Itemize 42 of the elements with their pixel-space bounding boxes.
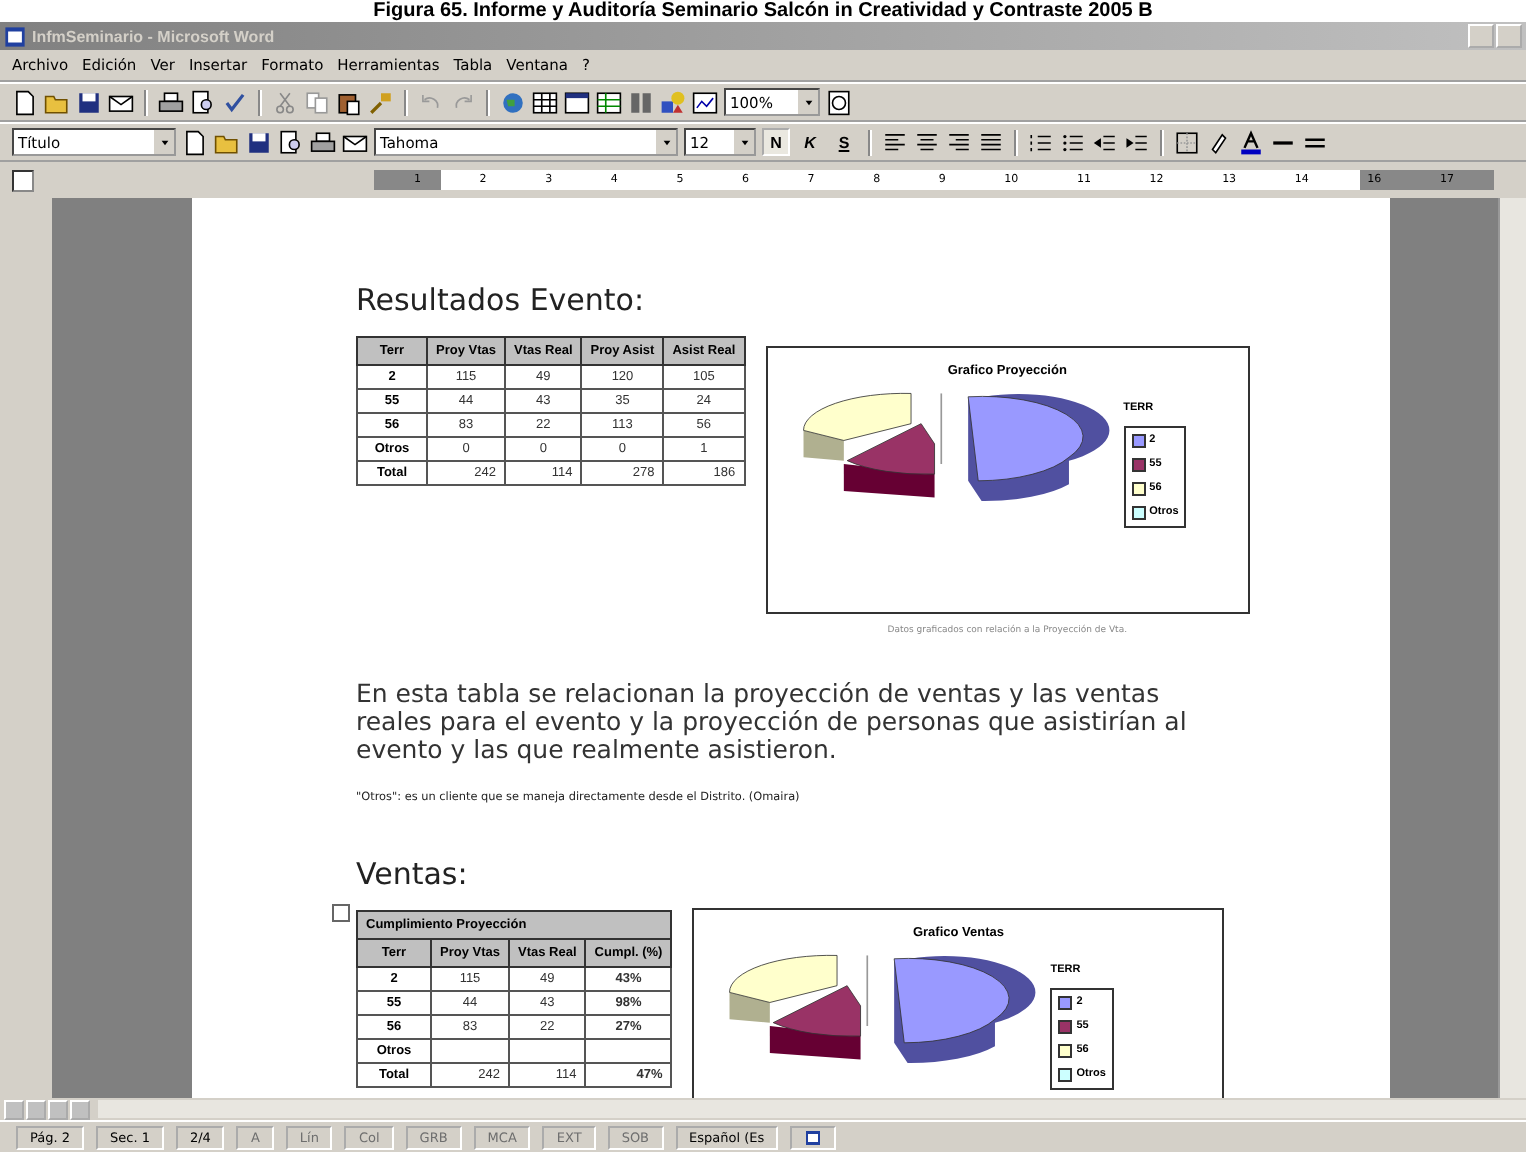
pie-divider-line	[866, 954, 869, 1027]
magnifier-icon[interactable]	[278, 129, 304, 155]
window-title: InfmSeminario - Microsoft Word	[32, 27, 277, 45]
printer-icon[interactable]	[310, 129, 336, 155]
document-icon[interactable]	[182, 129, 208, 155]
word-icon	[4, 25, 26, 47]
columns-icon[interactable]	[628, 89, 654, 115]
pie-slice	[770, 985, 862, 1060]
horizontal-scrollbar[interactable]	[98, 1100, 1526, 1118]
document-icon[interactable]	[12, 89, 38, 115]
table-move-handle[interactable]	[332, 904, 350, 922]
magnifier-icon[interactable]	[190, 89, 216, 115]
tab-selector[interactable]	[12, 169, 34, 191]
section-heading: Resultados Evento:	[356, 282, 647, 318]
pie-slice	[967, 394, 1109, 501]
window-icon[interactable]	[564, 89, 590, 115]
table-icon[interactable]	[532, 89, 558, 115]
font-color-icon[interactable]	[1238, 129, 1264, 155]
spreadsheet-icon[interactable]	[596, 89, 622, 115]
justify-icon[interactable]	[978, 129, 1004, 155]
align-center-icon[interactable]	[914, 129, 940, 155]
pie-slice	[894, 956, 1036, 1063]
paragraph: En esta tabla se relacionan la proyección de ventas y las ventas reales para el evento y la proyección de personas que asistirían al evento y las que realmente asistieron.	[356, 680, 1189, 764]
shapes-icon[interactable]	[660, 89, 686, 115]
figure-caption: Figura 65. Informe y Auditoría Seminario Salcón in Creatividad y Contraste 2005 B	[0, 0, 1526, 22]
pie-slice	[802, 393, 911, 461]
section-heading: Ventas:	[356, 856, 470, 892]
vertical-scrollbar[interactable]	[1498, 198, 1526, 1098]
align-left-icon[interactable]	[882, 129, 908, 155]
align-right-icon[interactable]	[946, 129, 972, 155]
bold-button[interactable]: N	[762, 128, 790, 156]
border-icon[interactable]	[1174, 129, 1200, 155]
numbered-list-icon[interactable]	[1028, 129, 1054, 155]
marker-icon[interactable]	[1206, 129, 1232, 155]
pie-slice	[729, 955, 838, 1023]
clipboard-icon[interactable]	[336, 89, 362, 115]
printer-icon[interactable]	[158, 89, 184, 115]
bullet-list-icon[interactable]	[1060, 129, 1086, 155]
brush-icon[interactable]	[368, 89, 394, 115]
pie-slice	[843, 423, 935, 498]
check-icon[interactable]	[222, 89, 248, 115]
pie-divider-line	[939, 392, 942, 465]
